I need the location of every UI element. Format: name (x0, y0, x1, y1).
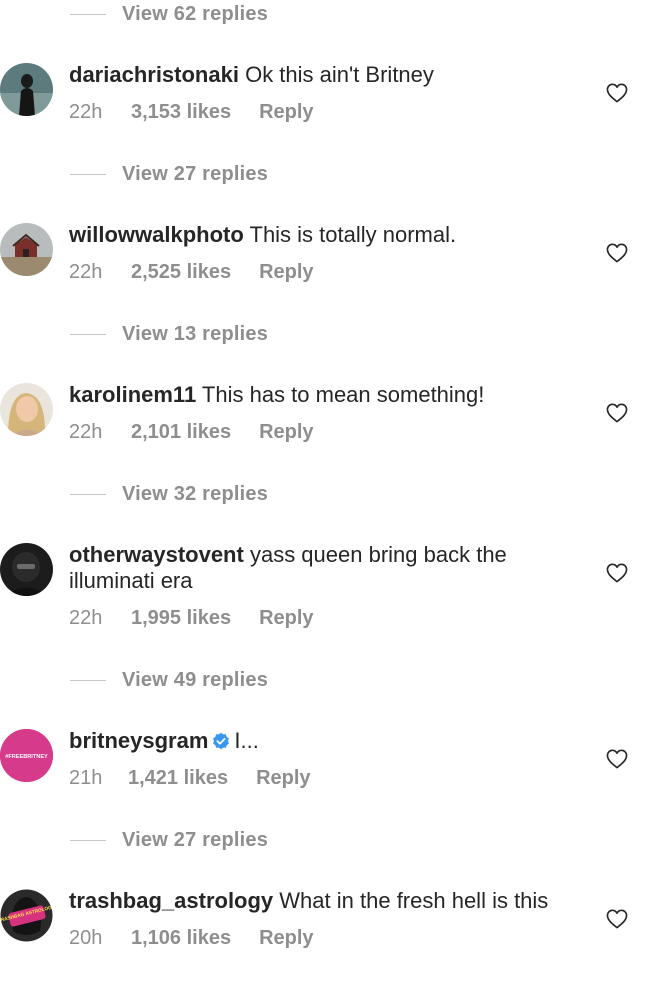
avatar[interactable] (0, 543, 53, 596)
replies-divider (70, 173, 106, 175)
comment-text-block: karolinem11 This has to mean something! (69, 382, 559, 408)
comment-text-block: dariachristonaki Ok this ain't Britney (69, 62, 559, 88)
comment-likes[interactable]: 1,106 likes (131, 927, 231, 950)
replies-divider (70, 13, 106, 15)
comment-likes[interactable]: 2,101 likes (131, 421, 231, 444)
reply-button[interactable]: Reply (259, 261, 313, 284)
replies-divider (70, 493, 106, 495)
avatar[interactable]: TRASHBAG ASTROLOGY (0, 889, 53, 942)
view-replies-label: View 27 replies (122, 828, 269, 851)
comment-likes[interactable]: 2,525 likes (131, 261, 231, 284)
heart-outline-icon[interactable] (606, 563, 628, 583)
avatar-image (0, 543, 53, 596)
avatar-image (0, 63, 53, 116)
view-replies-label: View 62 replies (122, 2, 269, 25)
comment-likes[interactable]: 1,421 likes (128, 767, 228, 790)
comment-time: 22h (69, 101, 103, 123)
replies-divider (70, 333, 106, 335)
comment-meta: 22h 3,153 likes Reply (69, 101, 559, 124)
avatar-label: #FREEBRITNEY (5, 754, 48, 760)
comment-text: I... (234, 728, 259, 753)
view-replies-button[interactable]: View 27 replies (70, 161, 268, 187)
comment-username[interactable]: otherwaystovent (69, 542, 244, 567)
comment-meta: 22h 2,101 likes Reply (69, 421, 559, 444)
avatar-image (0, 383, 53, 436)
view-replies-button[interactable]: View 13 replies (70, 321, 268, 347)
comment-text-block: willowwalkphoto This is totally normal. (69, 222, 559, 248)
replies-divider (70, 839, 106, 841)
comment-time: 20h (69, 927, 103, 949)
reply-button[interactable]: Reply (259, 607, 313, 630)
view-replies-label: View 27 replies (122, 162, 269, 185)
avatar-image: #FREEBRITNEY (0, 729, 53, 782)
reply-button[interactable]: Reply (256, 767, 310, 790)
comment-meta: 22h 2,525 likes Reply (69, 261, 559, 284)
comment-time: 21h (69, 767, 103, 789)
comment-username[interactable]: willowwalkphoto (69, 222, 244, 247)
avatar[interactable] (0, 223, 53, 276)
heart-outline-icon[interactable] (606, 83, 628, 103)
comment-meta: 22h 1,995 likes Reply (69, 607, 559, 630)
comment-time: 22h (69, 421, 103, 443)
comment-text-block: otherwaystovent yass queen bring back th… (69, 542, 559, 594)
view-replies-button[interactable]: View 27 replies (70, 827, 268, 853)
view-replies-button[interactable]: View 62 replies (70, 1, 268, 27)
comment-likes[interactable]: 1,995 likes (131, 607, 231, 630)
comment-meta: 21h 1,421 likes Reply (69, 767, 559, 790)
heart-outline-icon[interactable] (606, 243, 628, 263)
comment-text: What in the fresh hell is this (279, 888, 549, 913)
comment-time: 22h (69, 261, 103, 283)
avatar-image (0, 223, 53, 276)
view-replies-label: View 13 replies (122, 322, 269, 345)
avatar[interactable] (0, 383, 53, 436)
reply-button[interactable]: Reply (259, 421, 313, 444)
view-replies-button[interactable]: View 32 replies (70, 481, 268, 507)
avatar[interactable]: #FREEBRITNEY (0, 729, 53, 782)
avatar[interactable] (0, 63, 53, 116)
view-replies-label: View 49 replies (122, 668, 269, 691)
view-replies-button[interactable]: View 49 replies (70, 667, 268, 693)
comment-username[interactable]: karolinem11 (69, 382, 196, 407)
comment-text: This is totally normal. (249, 222, 457, 247)
verified-badge-icon (213, 732, 230, 750)
reply-button[interactable]: Reply (259, 927, 313, 950)
comment-meta: 20h 1,106 likes Reply (69, 927, 559, 950)
comment-username[interactable]: trashbag_astrology (69, 888, 273, 913)
heart-outline-icon[interactable] (606, 909, 628, 929)
comment-likes[interactable]: 3,153 likes (131, 101, 231, 124)
reply-button[interactable]: Reply (259, 101, 313, 124)
heart-outline-icon[interactable] (606, 403, 628, 423)
comment-text: This has to mean something! (201, 382, 485, 407)
avatar-image: TRASHBAG ASTROLOGY (0, 889, 53, 942)
heart-outline-icon[interactable] (606, 749, 628, 769)
comment-text-block: trashbag_astrology What in the fresh hel… (69, 888, 559, 914)
comment-username[interactable]: dariachristonaki (69, 62, 239, 87)
comment-username[interactable]: britneysgram (69, 728, 208, 753)
replies-divider (70, 679, 106, 681)
view-replies-label: View 32 replies (122, 482, 269, 505)
comment-text-block: britneysgram I... (69, 728, 559, 754)
comment-time: 22h (69, 607, 103, 629)
comment-text: Ok this ain't Britney (245, 62, 434, 87)
